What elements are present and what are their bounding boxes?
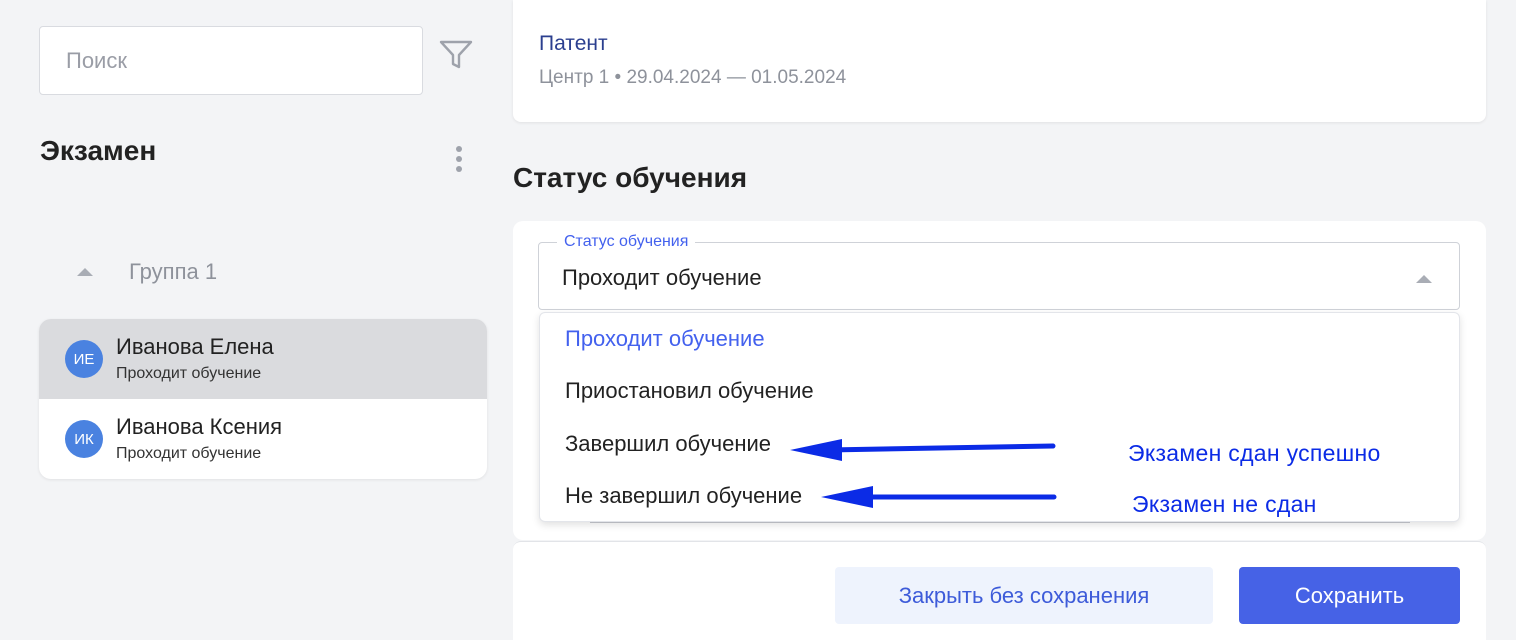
more-options-icon[interactable] (448, 144, 470, 174)
annotation-passed: Экзамен сдан успешно (1128, 440, 1381, 466)
avatar: ИК (65, 420, 103, 458)
filter-button[interactable] (437, 37, 475, 73)
member-status: Проходит обучение (116, 365, 262, 382)
member-item[interactable]: ИК Иванова Ксения Проходит обучение (39, 399, 487, 479)
member-status: Проходит обучение (116, 445, 262, 462)
option-completed[interactable]: Завершил обучение (565, 431, 771, 457)
collapse-caret-icon[interactable] (70, 267, 100, 277)
course-meta: Центр 1 • 29.04.2024 — 01.05.2024 (539, 67, 846, 89)
status-select[interactable]: Статус обучения Проходит обучение (538, 233, 1460, 310)
option-suspended[interactable]: Приостановил обучение (565, 378, 814, 404)
member-name: Иванова Елена (116, 334, 274, 359)
course-card: Патент Центр 1 • 29.04.2024 — 01.05.2024 (513, 0, 1486, 122)
group-label: Группа 1 (129, 259, 218, 284)
member-list: ИЕ Иванова Елена Проходит обучение ИК Ив… (39, 319, 487, 479)
option-in-progress[interactable]: Проходит обучение (565, 326, 765, 352)
close-without-saving-button[interactable]: Закрыть без сохранения (835, 567, 1213, 624)
status-dropdown-menu: Проходит обучение Приостановил обучение … (539, 312, 1460, 522)
chevron-up-icon (1415, 271, 1433, 289)
annotation-failed: Экзамен не сдан (1132, 491, 1317, 517)
section-title: Экзамен (40, 135, 157, 166)
search-input[interactable] (66, 47, 396, 74)
select-label: Статус обучения (557, 233, 696, 251)
meta-separator: • (614, 67, 622, 88)
member-item[interactable]: ИЕ Иванова Елена Проходит обучение (39, 319, 487, 399)
course-dates: 29.04.2024 — 01.05.2024 (626, 67, 847, 88)
group-header[interactable]: Группа 1 (70, 255, 217, 289)
course-center: Центр 1 (539, 67, 610, 88)
select-value: Проходит обучение (562, 265, 762, 290)
option-not-completed[interactable]: Не завершил обучение (565, 483, 802, 509)
course-title-link[interactable]: Патент (539, 32, 608, 56)
member-name: Иванова Ксения (116, 414, 283, 439)
filter-funnel-icon (439, 40, 473, 69)
avatar: ИЕ (65, 340, 103, 378)
save-button[interactable]: Сохранить (1239, 567, 1460, 624)
search-field[interactable] (39, 26, 423, 95)
status-heading: Статус обучения (513, 162, 748, 193)
